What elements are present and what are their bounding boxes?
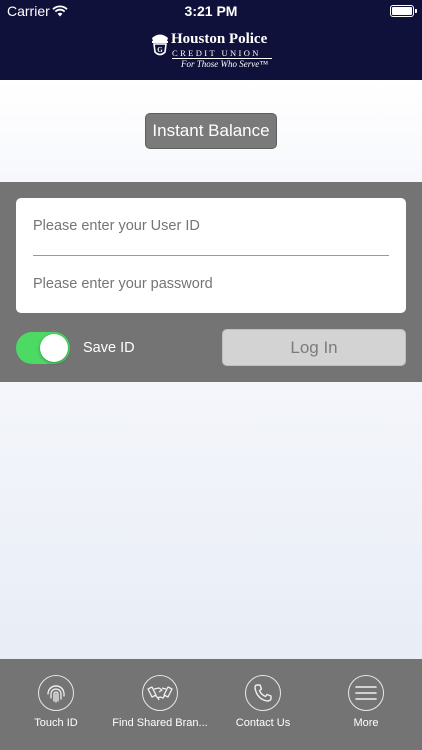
field-divider — [33, 255, 389, 256]
brand-tagline: For Those Who Serve™ — [181, 59, 269, 69]
login-button[interactable]: Log In — [222, 329, 406, 366]
password-input[interactable] — [33, 269, 389, 299]
police-badge-icon: G — [150, 32, 170, 63]
menu-icon — [348, 675, 384, 711]
tab-label: Touch ID — [34, 717, 78, 729]
handshake-icon — [142, 675, 178, 711]
svg-text:G: G — [157, 46, 163, 54]
save-id-label: Save ID — [83, 340, 135, 356]
app-header: G Houston Police CREDIT UNION For Those … — [0, 22, 422, 80]
tab-label: More — [353, 717, 379, 729]
tab-find-shared-branches[interactable]: Find Shared Bran... — [108, 675, 212, 735]
instant-balance-button[interactable]: Instant Balance — [145, 113, 277, 149]
clock: 3:21 PM — [184, 3, 238, 19]
phone-icon — [245, 675, 281, 711]
tab-contact-us[interactable]: Contact Us — [211, 675, 315, 735]
save-id-toggle[interactable] — [16, 332, 70, 364]
user-id-input[interactable] — [33, 211, 389, 241]
fingerprint-icon — [38, 675, 74, 711]
tab-more[interactable]: More — [314, 675, 418, 735]
tab-label: Contact Us — [235, 717, 291, 729]
content-area — [0, 382, 422, 659]
brand-logo: G Houston Police CREDIT UNION For Those … — [150, 30, 274, 72]
tab-touch-id[interactable]: Touch ID — [4, 675, 108, 735]
battery-icon — [390, 5, 417, 17]
tab-label: Find Shared Bran... — [112, 717, 208, 729]
status-bar: Carrier 3:21 PM — [0, 0, 422, 22]
brand-name: Houston Police — [171, 31, 268, 47]
brand-subtitle: CREDIT UNION — [172, 48, 261, 58]
toggle-knob — [40, 334, 68, 362]
